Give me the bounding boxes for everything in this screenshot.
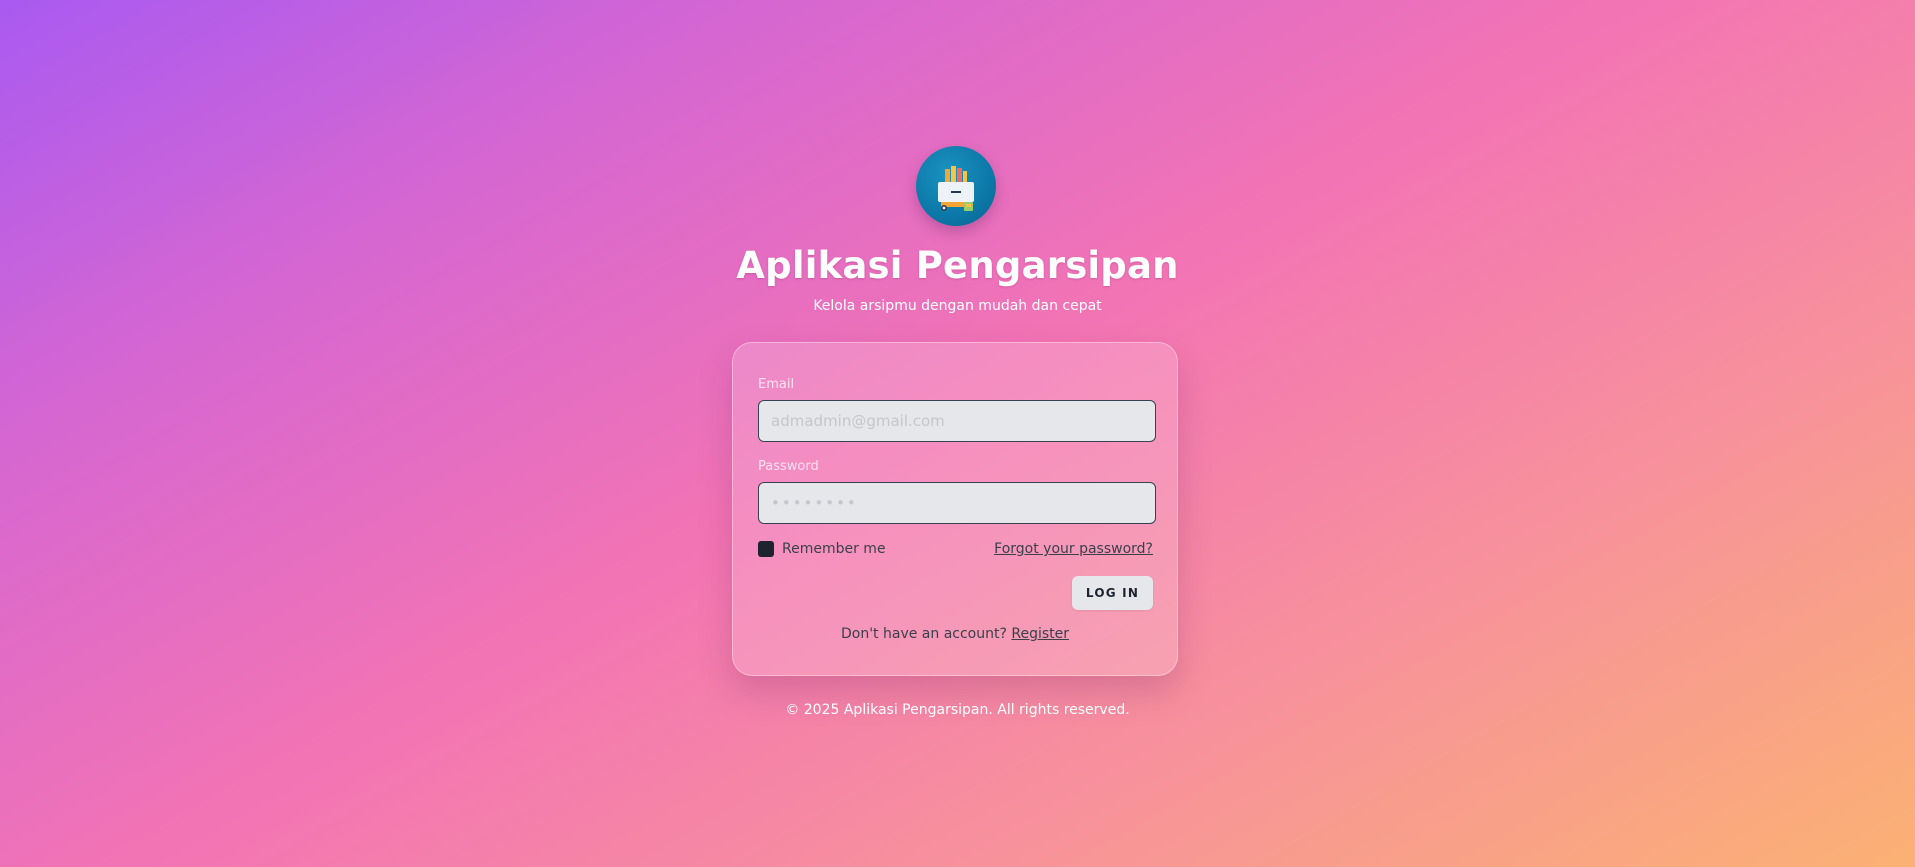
- remember-me[interactable]: Remember me: [758, 541, 886, 557]
- forgot-password-link[interactable]: Forgot your password?: [994, 541, 1153, 557]
- login-button[interactable]: LOG IN: [1072, 576, 1153, 610]
- remember-me-checkbox[interactable]: [758, 541, 774, 557]
- footer-copyright: © 2025 Aplikasi Pengarsipan. All rights …: [785, 702, 1130, 718]
- password-field[interactable]: [758, 482, 1156, 524]
- email-field[interactable]: [758, 400, 1156, 442]
- page-title: Aplikasi Pengarsipan: [736, 244, 1179, 287]
- app-logo: [916, 146, 996, 226]
- archive-folders-icon: [916, 146, 996, 226]
- remember-me-label: Remember me: [782, 541, 886, 557]
- register-link[interactable]: Register: [1011, 626, 1069, 642]
- email-label: Email: [758, 377, 795, 392]
- register-line: Don't have an account? Register: [733, 626, 1177, 642]
- password-label: Password: [758, 459, 819, 474]
- register-prompt: Don't have an account?: [840, 626, 1007, 642]
- page-subtitle: Kelola arsipmu dengan mudah dan cepat: [813, 298, 1102, 314]
- login-card: Email Password Remember me Forgot your p…: [732, 342, 1178, 676]
